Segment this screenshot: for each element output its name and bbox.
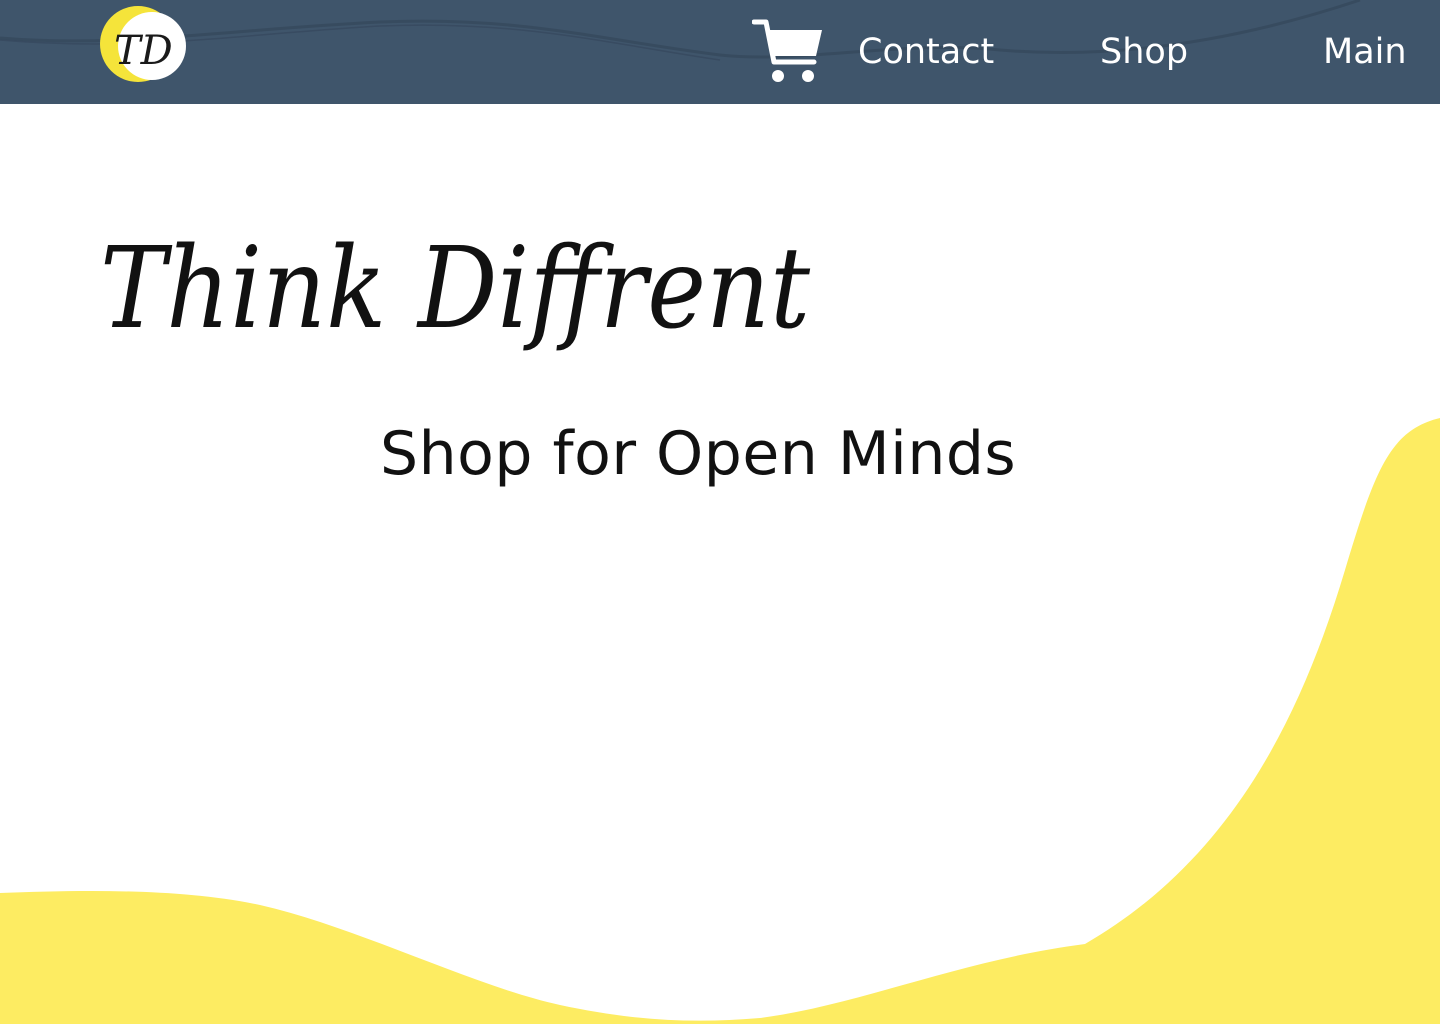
nav-link-main[interactable]: Main [1323, 30, 1407, 74]
landing-page: TD Contact Shop Main Think Diffrent Shop… [0, 0, 1440, 1024]
site-header: TD Contact Shop Main [0, 0, 1440, 104]
logo-monogram-text: TD [114, 28, 173, 74]
shopping-cart-icon [751, 19, 822, 82]
hero-title-text: Think Diffrent [100, 224, 811, 354]
cart-button[interactable] [751, 18, 824, 86]
site-logo[interactable]: TD [96, 4, 192, 84]
nav-link-shop[interactable]: Shop [1100, 30, 1188, 74]
hero-subtitle: Shop for Open Minds [380, 419, 1017, 489]
header-wave-decoration [0, 0, 1361, 61]
hero-title: Think Diffrent [100, 224, 811, 354]
td-monogram-logo-icon: TD [100, 6, 186, 82]
nav-link-contact[interactable]: Contact [858, 30, 994, 74]
decorative-yellow-wave [0, 418, 1440, 1024]
